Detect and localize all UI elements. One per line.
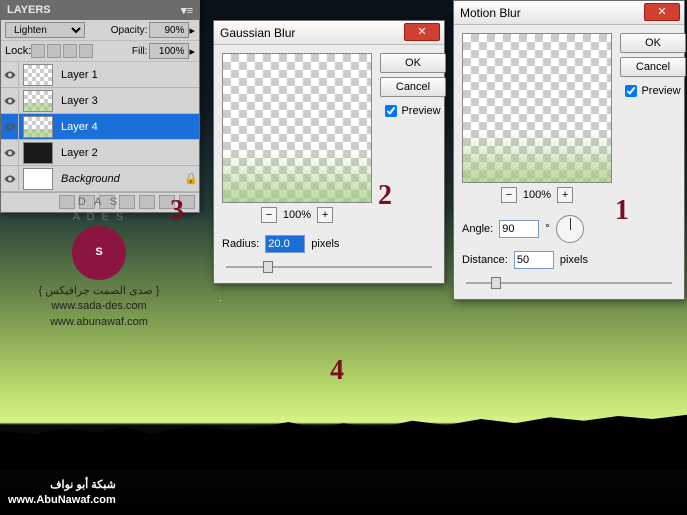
motion-preview[interactable]	[462, 33, 612, 183]
layers-panel-header: LAYERS ▾≡	[1, 1, 199, 20]
radius-label: Radius:	[222, 238, 259, 250]
visibility-toggle[interactable]	[1, 88, 19, 114]
ok-button[interactable]: OK	[620, 33, 686, 53]
lock-all-icon[interactable]	[79, 44, 93, 58]
layers-panel-title: LAYERS	[7, 4, 51, 17]
distance-unit: pixels	[560, 254, 588, 266]
opacity-label: Opacity:	[111, 25, 148, 36]
lock-pixels-icon[interactable]	[47, 44, 61, 58]
distance-label: Distance:	[462, 254, 508, 266]
opacity-input[interactable]	[149, 22, 189, 38]
layers-panel: LAYERS ▾≡ Lighten Opacity: ▸ Lock: Fill:…	[0, 0, 200, 213]
layer-thumbnail[interactable]	[23, 168, 53, 190]
layer-row[interactable]: Layer 3	[1, 88, 199, 114]
close-button[interactable]: ✕	[644, 3, 680, 21]
gaussian-blur-dialog: Gaussian Blur ✕ − 100% + OK Cancel Previ…	[213, 20, 445, 284]
distance-slider[interactable]	[466, 275, 672, 291]
fill-label: Fill:	[132, 46, 148, 57]
visibility-toggle[interactable]	[1, 62, 19, 88]
angle-input[interactable]	[499, 220, 539, 238]
close-button[interactable]: ✕	[404, 23, 440, 41]
watermark-url2: www.abunawaf.com	[4, 315, 194, 330]
motion-blur-dialog: Motion Blur ✕ − 100% + OK Cancel Preview…	[453, 0, 685, 300]
cancel-button[interactable]: Cancel	[620, 57, 686, 77]
motion-title: Motion Blur	[460, 6, 521, 20]
layer-name[interactable]: Layer 2	[57, 147, 183, 159]
marker-2: 2	[378, 180, 392, 212]
layer-row[interactable]: Layer 1	[1, 62, 199, 88]
gaussian-title-bar[interactable]: Gaussian Blur ✕	[214, 21, 444, 45]
layer-name[interactable]: Layer 3	[57, 95, 183, 107]
zoom-out-button[interactable]: −	[501, 187, 517, 203]
motion-title-bar[interactable]: Motion Blur ✕	[454, 1, 684, 25]
layer-row[interactable]: Layer 2	[1, 140, 199, 166]
angle-dial[interactable]	[556, 215, 584, 243]
layer-thumbnail[interactable]	[23, 142, 53, 164]
lock-position-icon[interactable]	[63, 44, 77, 58]
logo-icon: S	[72, 226, 126, 280]
visibility-toggle[interactable]	[1, 166, 19, 192]
lock-transparent-icon[interactable]	[31, 44, 45, 58]
lock-label: Lock:	[5, 45, 31, 57]
zoom-in-button[interactable]: +	[557, 187, 573, 203]
radius-slider[interactable]	[226, 259, 432, 275]
angle-unit: °	[545, 223, 549, 235]
fill-arrow-icon[interactable]: ▸	[189, 45, 195, 58]
zoom-in-button[interactable]: +	[317, 207, 333, 223]
fill-input[interactable]	[149, 43, 189, 59]
radius-unit: pixels	[311, 238, 339, 250]
marker-1: 1	[615, 195, 629, 227]
visibility-toggle[interactable]	[1, 114, 19, 140]
preview-checkbox[interactable]: Preview	[625, 85, 680, 97]
layer-name[interactable]: Layer 1	[57, 69, 183, 81]
preview-checkbox[interactable]: Preview	[385, 105, 440, 117]
marker-4: 4	[330, 355, 344, 387]
ok-button[interactable]: OK	[380, 53, 446, 73]
opacity-arrow-icon[interactable]: ▸	[189, 24, 195, 37]
layer-name[interactable]: Layer 4	[57, 121, 183, 133]
lock-icon: 🔒	[183, 172, 199, 185]
watermark-url1: www.sada-des.com	[4, 299, 194, 314]
layer-thumbnail[interactable]	[23, 64, 53, 86]
layer-thumbnail[interactable]	[23, 116, 53, 138]
footer-watermark: شبكة أبو نواف www.AbuNawaf.com	[8, 478, 116, 507]
panel-menu-icon[interactable]: ▾≡	[181, 4, 193, 17]
layer-row[interactable]: Background🔒	[1, 166, 199, 192]
watermark: D A S A D E S S { صدى الصمت جرافيكس } ww…	[4, 195, 194, 330]
layer-row[interactable]: Layer 4	[1, 114, 199, 140]
layer-name[interactable]: Background	[57, 173, 183, 185]
zoom-level: 100%	[283, 209, 311, 221]
gaussian-title: Gaussian Blur	[220, 26, 295, 40]
zoom-level: 100%	[523, 189, 551, 201]
angle-label: Angle:	[462, 223, 493, 235]
radius-input[interactable]	[265, 235, 305, 253]
distance-input[interactable]	[514, 251, 554, 269]
visibility-toggle[interactable]	[1, 140, 19, 166]
lock-options	[31, 44, 93, 58]
watermark-arabic: { صدى الصمت جرافيكس }	[4, 284, 194, 299]
marker-3: 3	[170, 195, 184, 227]
blend-mode-select[interactable]: Lighten	[5, 22, 85, 38]
cancel-button[interactable]: Cancel	[380, 77, 446, 97]
zoom-out-button[interactable]: −	[261, 207, 277, 223]
layer-thumbnail[interactable]	[23, 90, 53, 112]
layers-list: Layer 1 Layer 3 Layer 4 Layer 2 Background🔒	[1, 62, 199, 192]
gaussian-preview[interactable]	[222, 53, 372, 203]
